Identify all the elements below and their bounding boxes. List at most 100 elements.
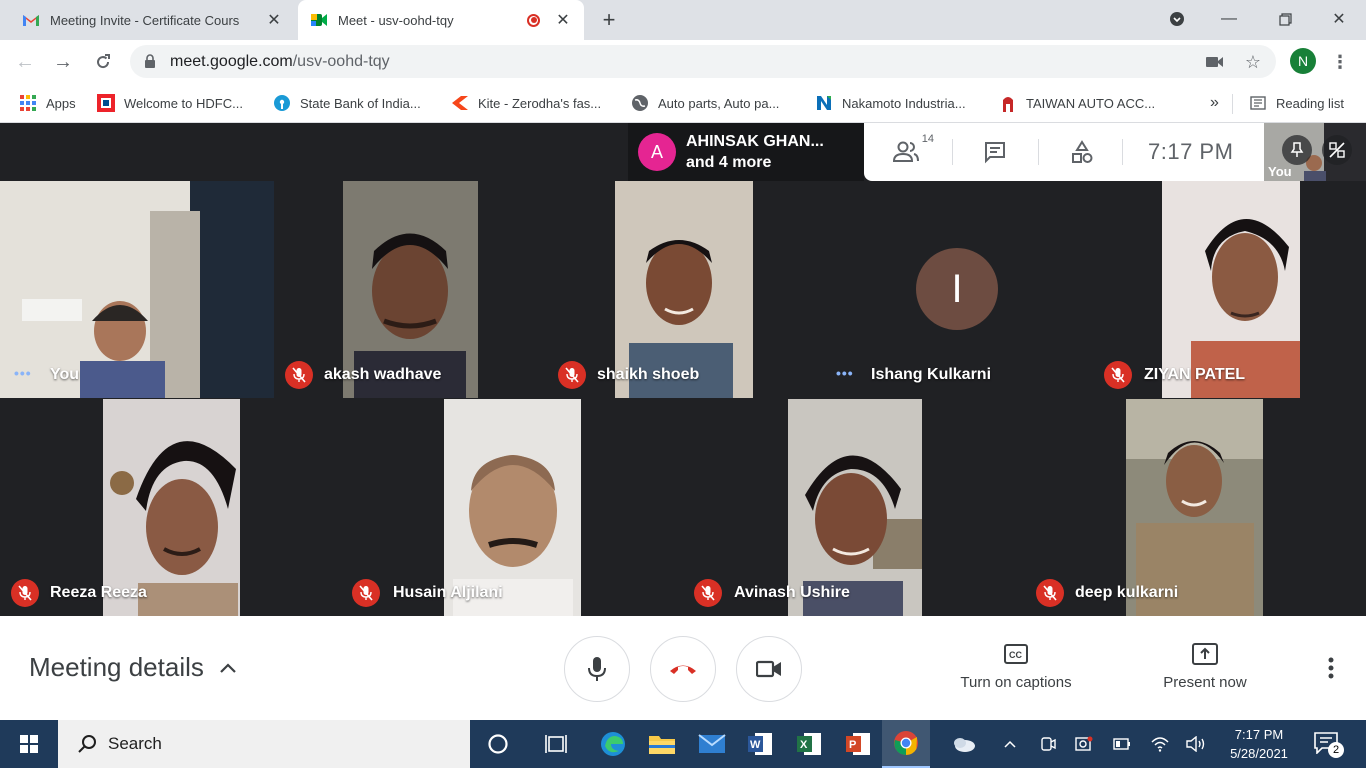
participant-name: deep kulkarni — [1075, 584, 1179, 601]
captions-button[interactable]: CC Turn on captions — [946, 642, 1086, 691]
battery-icon[interactable] — [1110, 732, 1134, 756]
bookmarks-overflow-button[interactable]: » — [1210, 92, 1219, 114]
more-options-button[interactable] — [1318, 654, 1344, 682]
participant-tile[interactable]: I ••• Ishang Kulkarni — [820, 181, 1093, 398]
reload-button[interactable] — [90, 49, 116, 75]
minimize-icon[interactable]: — — [1214, 6, 1244, 32]
taskbar-word[interactable]: W — [736, 720, 784, 768]
muted-mic-icon — [11, 579, 39, 607]
leave-call-button[interactable] — [650, 636, 716, 702]
divider — [1122, 139, 1123, 165]
reading-list-button[interactable]: Reading list — [1248, 92, 1344, 114]
activities-button[interactable] — [1067, 137, 1097, 167]
self-view-thumbnail[interactable]: You — [1264, 123, 1366, 181]
action-center-button[interactable]: 2 — [1312, 730, 1344, 758]
svg-text:CC: CC — [1009, 650, 1022, 660]
taskbar-search-box[interactable]: Search — [58, 720, 470, 768]
participant-tile[interactable]: Husain Aljilani — [341, 399, 683, 616]
taskbar-chrome[interactable] — [882, 720, 930, 768]
present-now-label: Present now — [1163, 674, 1247, 691]
show-hidden-icons-chevron-icon[interactable] — [998, 732, 1022, 756]
camera-button[interactable] — [736, 636, 802, 702]
taskbar-excel[interactable]: X — [785, 720, 833, 768]
camera-indicator-icon[interactable] — [1204, 52, 1226, 72]
chrome-icon — [894, 731, 918, 755]
restore-icon[interactable] — [1270, 6, 1300, 32]
new-tab-button[interactable]: + — [596, 7, 622, 32]
weather-icon[interactable] — [950, 732, 978, 756]
meet-icon — [310, 11, 328, 29]
taskbar-edge[interactable] — [589, 720, 637, 768]
taskbar-clock[interactable]: 7:17 PM 5/28/2021 — [1222, 725, 1296, 763]
taskbar-file-explorer[interactable] — [638, 720, 686, 768]
windows-logo-icon — [20, 735, 38, 753]
svg-text:P: P — [849, 739, 856, 751]
bookmark-label: State Bank of India... — [300, 95, 421, 111]
search-icon — [76, 733, 98, 755]
meeting-details-button[interactable]: Meeting details — [29, 652, 238, 683]
close-window-icon[interactable]: ✕ — [1324, 6, 1354, 32]
people-button[interactable]: 14 — [892, 133, 934, 167]
video-camera-icon — [756, 660, 781, 678]
bookmark-kite[interactable]: Kite - Zerodha's fas... — [450, 92, 601, 114]
notification-count-badge: 2 — [1328, 742, 1344, 758]
participant-tile[interactable]: Reeza Reeza — [0, 399, 341, 616]
start-button[interactable] — [0, 720, 58, 768]
bookmark-sbi[interactable]: State Bank of India... — [272, 92, 421, 114]
muted-mic-icon — [1036, 579, 1064, 607]
chrome-menu-icon[interactable]: ⋮ — [1330, 50, 1350, 74]
close-tab-icon[interactable]: ✕ — [554, 11, 572, 29]
bookmark-nakamoto[interactable]: Nakamoto Industria... — [814, 92, 966, 114]
participant-tile[interactable]: ••• You — [0, 181, 274, 398]
bookmark-apps[interactable]: Apps — [18, 92, 76, 114]
bookmarks-divider — [1232, 94, 1233, 114]
wifi-icon[interactable] — [1148, 732, 1172, 756]
tab-search-icon[interactable] — [1162, 6, 1192, 32]
taskbar-mail[interactable] — [688, 720, 736, 768]
hang-up-icon — [670, 665, 696, 674]
participant-tile[interactable]: shaikh shoeb — [547, 181, 820, 398]
pin-icon[interactable] — [1282, 135, 1312, 165]
tile-layout-off-icon[interactable] — [1322, 135, 1352, 165]
present-screen-icon — [1191, 642, 1219, 666]
screen-capture-icon[interactable] — [1072, 732, 1096, 756]
taskbar-time: 7:17 PM — [1234, 727, 1284, 742]
taskbar-powerpoint[interactable]: P — [834, 720, 882, 768]
lock-icon — [144, 54, 156, 68]
presenter-more: and 4 more — [686, 154, 772, 171]
participant-name: shaikh shoeb — [597, 366, 700, 383]
meet-now-icon[interactable] — [1036, 732, 1060, 756]
chat-icon — [985, 142, 1005, 164]
cortana-button[interactable] — [474, 720, 522, 768]
captions-label: Turn on captions — [960, 674, 1072, 691]
bookmark-taiwan-auto[interactable]: TAIWAN AUTO ACC... — [998, 92, 1155, 114]
word-icon: W — [748, 733, 772, 755]
reading-list-icon — [1248, 93, 1268, 113]
chat-button[interactable] — [980, 137, 1010, 167]
tab-gmail[interactable]: Meeting Invite - Certificate Cours ✕ — [10, 0, 295, 40]
taskbar-search-placeholder: Search — [108, 734, 162, 753]
participant-tile[interactable]: ZIYAN PATEL — [1093, 181, 1366, 398]
bookmark-auto-parts[interactable]: Auto parts, Auto pa... — [630, 92, 779, 114]
cortana-circle-icon — [488, 734, 508, 754]
microphone-button[interactable] — [564, 636, 630, 702]
present-now-button[interactable]: Present now — [1135, 642, 1275, 691]
back-button[interactable]: ← — [12, 49, 38, 75]
bookmark-hdfc[interactable]: Welcome to HDFC... — [96, 92, 243, 114]
presenter-card[interactable]: A AHINSAK GHAN... and 4 more — [628, 123, 864, 181]
participant-tile[interactable]: Avinash Ushire — [683, 399, 1024, 616]
volume-icon[interactable] — [1184, 732, 1208, 756]
address-bar[interactable]: meet.google.com/usv-oohd-tqy ☆ — [130, 45, 1276, 78]
forward-button[interactable]: → — [50, 49, 76, 75]
powerpoint-icon: P — [846, 733, 870, 755]
profile-avatar[interactable]: N — [1290, 48, 1316, 74]
tab-title: Meet - usv-oohd-tqy — [338, 12, 454, 28]
bookmark-star-icon[interactable]: ☆ — [1242, 52, 1264, 72]
meet-top-bar: A AHINSAK GHAN... and 4 more 14 7:17 PM — [0, 123, 1366, 181]
close-tab-icon[interactable]: ✕ — [265, 11, 283, 29]
participant-grid: ••• You akash wadhave shaikh shoeb I •••… — [0, 181, 1366, 616]
participant-tile[interactable]: akash wadhave — [274, 181, 547, 398]
task-view-button[interactable] — [532, 720, 580, 768]
tab-meet[interactable]: Meet - usv-oohd-tqy ✕ — [298, 0, 584, 40]
participant-tile[interactable]: deep kulkarni — [1024, 399, 1366, 616]
